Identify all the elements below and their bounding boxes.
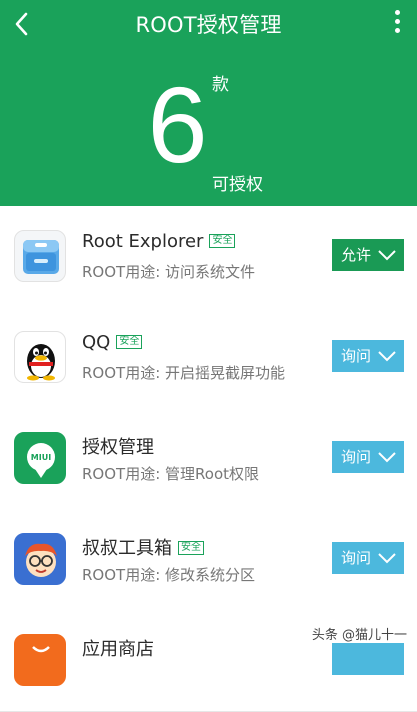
uncle-face-icon: [14, 533, 66, 585]
list-item-root-explorer[interactable]: Root Explorer 安全 ROOT用途: 访问系统文件 允许: [0, 206, 417, 308]
safe-badge: 安全: [116, 335, 143, 349]
more-options-button[interactable]: [391, 10, 403, 38]
permission-dropdown[interactable]: 询问: [332, 542, 404, 574]
app-root-usage: ROOT用途: 管理Root权限: [82, 465, 260, 483]
app-root-usage: ROOT用途: 访问系统文件: [82, 263, 256, 281]
chevron-down-icon: [378, 452, 396, 463]
watermark: 头条 @猫儿十一: [311, 628, 407, 643]
penguin-icon: [14, 331, 66, 383]
permission-label: 允许: [341, 246, 372, 264]
permission-label: 询问: [341, 549, 372, 567]
miui-shield-icon: MIUI: [14, 432, 66, 484]
list-item-permission-manager[interactable]: MIUI 授权管理 ROOT用途: 管理Root权限 询问: [0, 408, 417, 510]
list-item-qq[interactable]: QQ 安全 ROOT用途: 开启摇晃截屏功能 询问: [0, 307, 417, 409]
shopping-bag-icon: [14, 634, 66, 686]
permission-label: 询问: [341, 448, 372, 466]
list-item-uncle-toolbox[interactable]: 叔叔工具箱 安全 ROOT用途: 修改系统分区 询问: [0, 509, 417, 611]
permission-dropdown[interactable]: 询问: [332, 340, 404, 372]
safe-badge: 安全: [178, 541, 204, 555]
app-name: 应用商店: [82, 639, 154, 660]
safe-badge: 安全: [209, 234, 236, 248]
app-root-usage: ROOT用途: 修改系统分区: [82, 566, 256, 584]
permission-dropdown[interactable]: 允许: [332, 239, 404, 271]
chevron-down-icon: [378, 250, 396, 261]
app-name: QQ 安全: [82, 332, 143, 353]
authorizable-count: 6: [147, 64, 208, 185]
top-bar: ROOT授权管理: [0, 0, 417, 48]
page-title: ROOT授权管理: [135, 13, 282, 37]
permission-dropdown[interactable]: 询问: [332, 441, 404, 473]
app-name: 叔叔工具箱 安全: [82, 534, 204, 560]
more-vertical-icon: [394, 10, 400, 15]
svg-text:MIUI: MIUI: [31, 453, 51, 462]
permission-label: 询问: [341, 347, 372, 365]
app-name: Root Explorer 安全: [82, 231, 236, 252]
chevron-down-icon: [378, 553, 396, 564]
app-root-usage: ROOT用途: 开启摇晃截屏功能: [82, 364, 286, 382]
chevron-down-icon: [378, 351, 396, 362]
count-label: 可授权: [212, 175, 263, 195]
file-cabinet-icon: [14, 230, 66, 282]
authorization-summary: 6 款 可授权: [0, 48, 417, 206]
permission-dropdown[interactable]: [332, 643, 404, 675]
app-name: 授权管理: [82, 437, 154, 458]
count-unit: 款: [212, 75, 229, 95]
